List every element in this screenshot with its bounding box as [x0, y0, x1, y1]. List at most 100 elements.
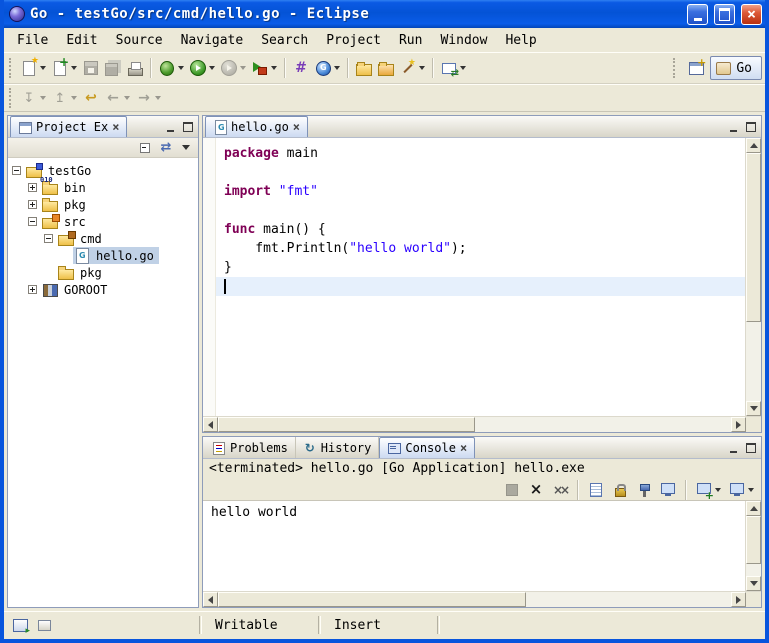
open-go-folder-button[interactable]: [353, 56, 375, 80]
tree-expander-icon[interactable]: [28, 183, 37, 192]
toolbar-gripper[interactable]: [673, 58, 677, 78]
new-go-app-button[interactable]: [290, 56, 312, 80]
pin-console-button[interactable]: [633, 480, 655, 500]
scroll-left-icon[interactable]: [203, 592, 218, 607]
remove-launch-button[interactable]: [525, 480, 547, 500]
minimize-view-icon[interactable]: [726, 441, 741, 455]
terminate-button[interactable]: [501, 480, 523, 500]
close-tab-icon[interactable]: [460, 441, 467, 455]
scrollbar-track[interactable]: [746, 516, 761, 576]
minimize-view-icon[interactable]: [163, 120, 178, 134]
external-tools-button[interactable]: [249, 56, 280, 80]
tree-expander-icon[interactable]: [28, 217, 37, 226]
close-window-icon[interactable]: [741, 4, 762, 25]
menu-file[interactable]: File: [8, 31, 57, 50]
debug-button[interactable]: [156, 56, 187, 80]
toolbar-gripper[interactable]: [9, 88, 13, 108]
editor-text-area[interactable]: package main import "fmt" func main() { fm…: [216, 138, 745, 416]
close-tab-icon[interactable]: [293, 120, 300, 134]
tree-item-bin[interactable]: 010bin: [8, 179, 198, 196]
maximize-view-icon[interactable]: [743, 441, 758, 455]
new-go-element-button[interactable]: [49, 56, 80, 80]
open-perspective-button[interactable]: [685, 56, 707, 80]
save-button[interactable]: [80, 56, 102, 80]
clear-console-button[interactable]: [585, 480, 607, 500]
tree-expander-icon[interactable]: [28, 285, 37, 294]
tree-item-hello-go[interactable]: hello.go: [8, 247, 198, 264]
print-button[interactable]: [124, 56, 146, 80]
minimize-window-icon[interactable]: [687, 4, 708, 25]
next-annotation-button[interactable]: [18, 86, 49, 110]
code-line[interactable]: import "fmt": [216, 182, 745, 201]
code-line[interactable]: [216, 277, 745, 296]
menu-search[interactable]: Search: [252, 31, 317, 50]
scroll-up-icon[interactable]: [746, 501, 761, 516]
run-button[interactable]: [187, 56, 218, 80]
save-all-button[interactable]: [102, 56, 124, 80]
code-line[interactable]: func main() {: [216, 220, 745, 239]
restore-view-icon[interactable]: [36, 617, 52, 633]
scroll-up-icon[interactable]: [746, 138, 761, 153]
remove-all-terminated-button[interactable]: [549, 480, 571, 500]
scroll-left-icon[interactable]: [203, 417, 218, 432]
new-button[interactable]: [18, 56, 49, 80]
code-line[interactable]: fmt.Println("hello world");: [216, 239, 745, 258]
run-last-button[interactable]: [218, 56, 249, 80]
maximize-view-icon[interactable]: [743, 120, 758, 134]
console-menu-button[interactable]: [726, 480, 757, 500]
scrollbar-thumb[interactable]: [746, 153, 761, 322]
fast-view-icon[interactable]: [12, 617, 28, 633]
tab-history[interactable]: History: [296, 437, 380, 458]
tree-item-src[interactable]: src: [8, 213, 198, 230]
maximize-window-icon[interactable]: [714, 4, 735, 25]
view-menu-button[interactable]: [177, 139, 195, 156]
go-perspective-button[interactable]: Go: [710, 56, 762, 80]
tree-item-testgo[interactable]: testGo: [8, 162, 198, 179]
tab-project-explorer[interactable]: Project Ex: [10, 116, 127, 137]
forward-button[interactable]: [133, 86, 164, 110]
scroll-right-icon[interactable]: [731, 417, 746, 432]
tree-expander-icon[interactable]: [44, 234, 53, 243]
tree-item-goroot[interactable]: GOROOT: [8, 281, 198, 298]
code-line[interactable]: }: [216, 258, 745, 277]
scrollbar-track[interactable]: [218, 592, 731, 607]
last-edit-location-button[interactable]: [80, 86, 102, 110]
code-line[interactable]: [216, 201, 745, 220]
scroll-lock-button[interactable]: [609, 480, 631, 500]
link-with-editor-button[interactable]: [157, 139, 175, 156]
prev-annotation-button[interactable]: [49, 86, 80, 110]
scrollbar-thumb[interactable]: [218, 417, 475, 432]
menu-source[interactable]: Source: [107, 31, 172, 50]
scrollbar-thumb[interactable]: [218, 592, 526, 607]
tree-item-pkg[interactable]: pkg: [8, 264, 198, 281]
menu-project[interactable]: Project: [317, 31, 390, 50]
open-console-button[interactable]: [693, 480, 724, 500]
back-button[interactable]: [102, 86, 133, 110]
menu-navigate[interactable]: Navigate: [172, 31, 253, 50]
scroll-down-icon[interactable]: [746, 401, 761, 416]
menu-window[interactable]: Window: [431, 31, 496, 50]
code-line[interactable]: package main: [216, 144, 745, 163]
scrollbar-track[interactable]: [218, 417, 731, 432]
tab-problems[interactable]: Problems: [205, 437, 296, 458]
scroll-down-icon[interactable]: [746, 576, 761, 591]
code-line[interactable]: [216, 163, 745, 182]
minimize-view-icon[interactable]: [726, 120, 741, 134]
menu-edit[interactable]: Edit: [57, 31, 106, 50]
tab-hello-go[interactable]: hello.go: [205, 116, 308, 137]
tree-expander-icon[interactable]: [28, 200, 37, 209]
display-selected-console-button[interactable]: [657, 480, 679, 500]
title-bar[interactable]: Go - testGo/src/cmd/hello.go - Eclipse: [4, 0, 765, 28]
collapse-all-button[interactable]: [137, 139, 155, 156]
open-resource-button[interactable]: [375, 56, 397, 80]
tree-item-pkg[interactable]: pkg: [8, 196, 198, 213]
tree-expander-icon[interactable]: [12, 166, 21, 175]
scroll-right-icon[interactable]: [731, 592, 746, 607]
tab-console[interactable]: Console: [379, 437, 475, 458]
scrollbar-track[interactable]: [746, 153, 761, 401]
team-button[interactable]: [438, 56, 469, 80]
console-output[interactable]: hello world: [203, 501, 745, 591]
maximize-view-icon[interactable]: [180, 120, 195, 134]
search-button[interactable]: [397, 56, 428, 80]
toolbar-gripper[interactable]: [9, 58, 13, 78]
